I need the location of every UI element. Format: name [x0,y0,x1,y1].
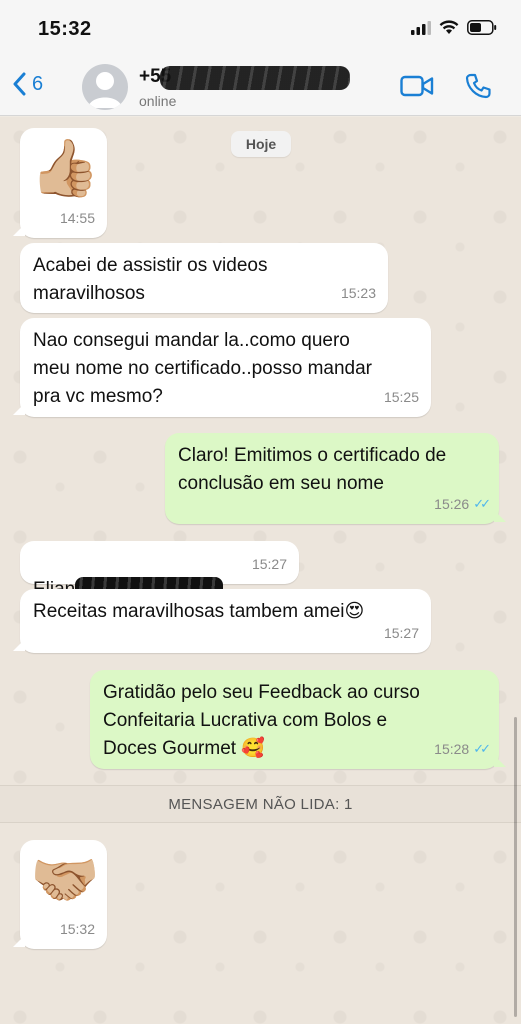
back-count: 6 [32,72,44,95]
message-time: 15:27 [383,625,419,641]
wifi-icon [439,20,459,34]
scrollbar[interactable] [514,717,517,1017]
voice-call-button[interactable] [464,72,492,105]
status-icons [411,20,497,35]
message-bubble-outgoing[interactable]: Gratidão pelo seu Feedback ao curso Conf… [90,670,506,769]
message-bubble-incoming[interactable]: Acabei de assistir os videos maravilhoso… [20,243,388,313]
message-text: Claro! Emitimos o certificado de conclus… [178,445,447,494]
message-bubble-incoming[interactable]: 🤝🏼 15:32 [13,840,107,949]
message-time: 14:55 [59,210,95,226]
back-button[interactable]: 6 [12,72,43,96]
contact-status: online [139,93,177,109]
message-bubble-outgoing[interactable]: Claro! Emitimos o certificado de conclus… [165,433,506,524]
video-call-button[interactable] [400,74,434,103]
phone-icon [465,73,491,99]
message-bubble-incoming[interactable]: 👍🏼 14:55 [13,128,107,238]
message-time: 15:26 ✓✓ [434,490,491,518]
message-text: Acabei de assistir os videos maravilhoso… [33,255,268,304]
day-chip: Hoje [231,131,291,157]
message-bubble-incoming[interactable]: Receitas maravilhosas tambem amei😍 15:27 [13,589,431,653]
chat-area[interactable]: Hoje 👍🏼 14:55 Acabei de assistir os vide… [0,117,521,1024]
status-time: 15:32 [38,18,92,40]
video-camera-icon [400,75,434,97]
battery-icon [467,20,497,35]
chevron-left-icon [13,72,26,96]
message-time-value: 15:28 [434,741,470,757]
message-time: 15:23 [340,285,376,301]
message-bubble-incoming[interactable]: Elian 15:27 [20,541,299,600]
message-time: 15:27 [251,556,287,572]
thumbs-up-emoji: 👍🏼 [30,136,100,199]
message-time: 15:25 [383,389,419,405]
unread-messages-banner: MENSAGEM NÃO LIDA: 1 [0,785,521,823]
message-time-value: 15:26 [434,496,470,512]
avatar[interactable] [82,64,128,110]
chat-header: 6 +55 online [0,60,521,116]
handshake-emoji: 🤝🏼 [30,848,100,911]
message-time: 15:32 [59,921,95,937]
message-text: Receitas maravilhosas tambem amei😍 [33,601,365,622]
message-text: Nao consegui mandar la..como quero meu n… [33,330,373,407]
redacted-phone-number [160,66,350,90]
message-bubble-incoming[interactable]: Nao consegui mandar la..como quero meu n… [13,318,431,417]
read-receipt-icon: ✓✓ [473,741,491,756]
message-time: 15:28 ✓✓ [434,735,491,763]
cellular-signal-icon [411,20,431,35]
message-text: Gratidão pelo seu Feedback ao curso Conf… [103,682,420,759]
status-bar: 15:32 [0,0,521,60]
read-receipt-icon: ✓✓ [473,496,491,511]
default-avatar-icon [88,72,122,108]
